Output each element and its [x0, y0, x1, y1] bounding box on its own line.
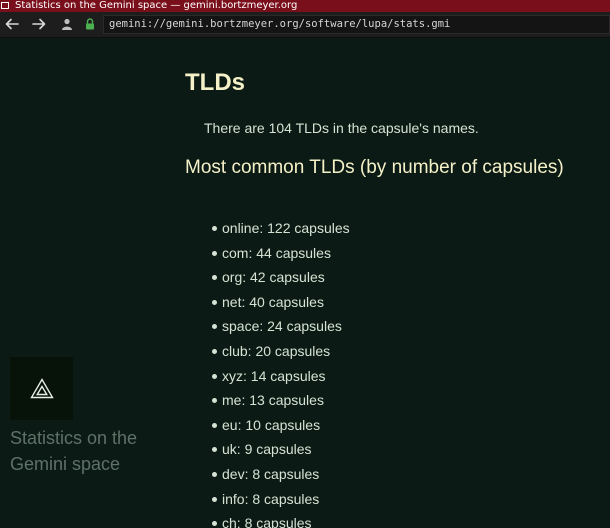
list-item-text: info: 8 capsules	[222, 490, 320, 507]
list-item-text: me: 13 capsules	[222, 392, 324, 409]
list-item-text: org: 42 capsules	[222, 269, 325, 286]
user-icon	[62, 18, 72, 30]
bullet-icon	[212, 275, 217, 281]
list-item-text: online: 122 capsules	[222, 220, 350, 236]
browser-toolbar: gemini://gemini.bortzmeyer.org/software/…	[0, 12, 610, 38]
list-item: xyz: 14 capsules	[208, 364, 350, 389]
intro-text: There are 104 TLDs in the capsule's name…	[204, 120, 479, 136]
list-item: ch: 8 capsules	[208, 511, 350, 528]
bullet-icon	[212, 422, 217, 428]
list-item: me: 13 capsules	[208, 388, 350, 413]
identity-button[interactable]	[56, 16, 78, 33]
bullet-icon	[212, 496, 217, 502]
list-item-text: com: 44 capsules	[222, 244, 331, 261]
list-item-text: ch: 8 capsules	[222, 515, 312, 528]
bullet-icon	[212, 398, 217, 404]
list-item-text: club: 20 capsules	[222, 342, 331, 359]
section-heading: Most common TLDs (by number of capsules)	[185, 157, 564, 178]
window-title: Statistics on the Gemini space — gemini.…	[15, 0, 298, 11]
back-arrow-icon	[5, 18, 19, 30]
bullet-icon	[212, 348, 217, 354]
list-item: eu: 10 capsules	[208, 413, 350, 438]
list-item-text: net: 40 capsules	[222, 293, 324, 310]
page-title: TLDs	[185, 69, 245, 96]
bullet-icon	[212, 299, 217, 305]
list-item: info: 8 capsules	[208, 487, 350, 512]
gemini-triangle-icon	[30, 378, 54, 399]
bullet-icon	[212, 471, 217, 477]
bullet-icon	[212, 373, 217, 379]
list-item: dev: 8 capsules	[208, 462, 350, 487]
lock-icon	[86, 18, 94, 30]
bullet-icon	[212, 226, 217, 231]
list-item: uk: 9 capsules	[208, 437, 350, 462]
tld-list: online: 122 capsules com: 44 capsules org:…	[208, 216, 350, 528]
list-item: com: 44 capsules	[208, 241, 350, 266]
site-logo[interactable]	[10, 357, 73, 420]
list-item-text: space: 24 capsules	[222, 318, 342, 335]
list-item: space: 24 capsules	[208, 314, 350, 339]
secure-indicator[interactable]	[80, 16, 100, 33]
list-item-text: uk: 9 capsules	[222, 441, 312, 458]
bullet-icon	[212, 250, 217, 256]
list-item: club: 20 capsules	[208, 339, 350, 364]
list-item: org: 42 capsules	[208, 265, 350, 290]
back-button[interactable]	[1, 16, 23, 33]
list-item: net: 40 capsules	[208, 290, 350, 315]
list-item: online: 122 capsules	[208, 216, 350, 241]
list-item-text: eu: 10 capsules	[222, 416, 321, 433]
forward-arrow-icon	[32, 18, 46, 30]
window-titlebar: Statistics on the Gemini space — gemini.…	[0, 0, 610, 12]
list-item-text: dev: 8 capsules	[222, 465, 320, 482]
sidebar-site-title: Statistics on the Gemini space	[10, 428, 138, 474]
window-menu-icon[interactable]	[1, 2, 9, 9]
page-content: Statistics on the Gemini space TLDs Ther…	[0, 38, 610, 528]
list-item-text: xyz: 14 capsules	[222, 367, 326, 384]
bullet-icon	[212, 447, 217, 453]
bullet-icon	[212, 324, 217, 330]
url-input[interactable]: gemini://gemini.bortzmeyer.org/software/…	[103, 15, 610, 34]
forward-button[interactable]	[28, 16, 50, 33]
bullet-icon	[212, 521, 217, 527]
